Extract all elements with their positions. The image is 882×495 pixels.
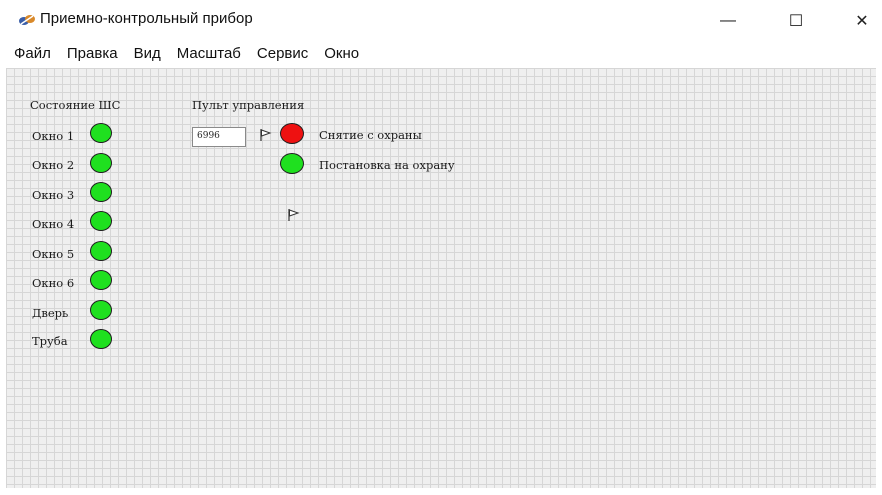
- zone-indicator-door: [90, 300, 112, 320]
- arm-indicator[interactable]: [280, 153, 304, 174]
- menu-scale[interactable]: Масштаб: [177, 45, 241, 62]
- arm-label: Постановка на охрану: [319, 158, 455, 172]
- disarm-indicator[interactable]: [280, 123, 304, 144]
- code-input[interactable]: 6996: [192, 127, 246, 147]
- menu-window[interactable]: Окно: [324, 45, 359, 62]
- close-button[interactable]: ✕: [842, 6, 882, 36]
- disarm-label: Снятие с охраны: [319, 128, 422, 142]
- zone-label-4: Окно 4: [32, 217, 75, 231]
- menu-file[interactable]: Файл: [14, 45, 51, 62]
- zone-indicator-5: [90, 241, 112, 261]
- zone-indicator-6: [90, 270, 112, 290]
- zone-label-pipe: Труба: [32, 334, 68, 348]
- zone-label-6: Окно 6: [32, 276, 75, 290]
- menu-service[interactable]: Сервис: [257, 45, 308, 62]
- design-canvas: Состояние ШС Пульт управления Окно 1 Окн…: [6, 68, 876, 488]
- menu-edit[interactable]: Правка: [67, 45, 118, 62]
- zone-label-3: Окно 3: [32, 188, 75, 202]
- zone-indicator-4: [90, 211, 112, 231]
- control-heading: Пульт управления: [192, 98, 305, 112]
- zone-indicator-1: [90, 123, 112, 143]
- flag-icon[interactable]: [259, 128, 273, 142]
- zone-label-1: Окно 1: [32, 129, 75, 143]
- menu-view[interactable]: Вид: [134, 45, 161, 62]
- zone-indicator-pipe: [90, 329, 112, 349]
- zone-indicator-2: [90, 153, 112, 173]
- maximize-button[interactable]: ☐: [776, 6, 816, 36]
- menu-bar: Файл Правка Вид Масштаб Сервис Окно: [0, 40, 882, 66]
- zone-label-2: Окно 2: [32, 158, 75, 172]
- minimize-button[interactable]: —: [708, 6, 748, 36]
- app-logo-icon: [19, 15, 35, 25]
- zone-label-5: Окно 5: [32, 247, 75, 261]
- window-title: Приемно-контрольный прибор: [40, 10, 253, 27]
- flag-icon[interactable]: [287, 208, 301, 222]
- zone-label-door: Дверь: [32, 306, 69, 320]
- title-bar: Приемно-контрольный прибор — ☐ ✕: [0, 0, 882, 40]
- zone-indicator-3: [90, 182, 112, 202]
- zones-heading: Состояние ШС: [30, 98, 121, 112]
